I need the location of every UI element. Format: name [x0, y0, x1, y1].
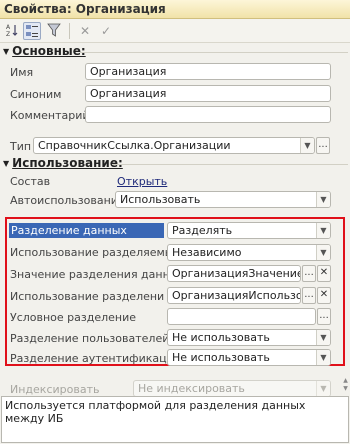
- name-label: Имя: [10, 66, 34, 79]
- auth-separation-value: Не использовать: [172, 351, 270, 364]
- chevron-down-icon[interactable]: ▼: [300, 138, 314, 153]
- indexing-label: Индексировать: [10, 383, 100, 396]
- separation-value-field[interactable]: ОрганизацияЗначение: [167, 265, 301, 282]
- type-value: СправочникСсылка.Организации: [38, 139, 231, 152]
- autouse-value: Использовать: [120, 193, 201, 206]
- data-separation-value: Разделять: [172, 224, 233, 237]
- svg-text:A: A: [6, 24, 11, 31]
- indexing-value: Не индексировать: [138, 382, 245, 395]
- chevron-down-icon: ▼: [316, 381, 330, 396]
- separation-usage-ellipsis-button[interactable]: ...: [302, 287, 316, 304]
- type-label: Тип: [10, 140, 32, 153]
- filter-icon[interactable]: [45, 22, 63, 40]
- scroll-arrows-icon[interactable]: ▲ ▼: [342, 377, 349, 395]
- composition-label: Состав: [10, 175, 51, 188]
- chevron-down-icon[interactable]: ▼: [316, 223, 330, 238]
- autouse-dropdown[interactable]: Использовать ▼: [115, 191, 331, 208]
- synonym-label: Синоним: [10, 88, 62, 101]
- close-icon[interactable]: ✕: [76, 22, 94, 40]
- svg-text:Z: Z: [6, 31, 10, 38]
- user-separation-value: Не использовать: [172, 331, 270, 344]
- section-usage[interactable]: ▼ Использование:: [3, 156, 123, 170]
- chevron-down-icon[interactable]: ▼: [316, 330, 330, 345]
- synonym-field[interactable]: Организация: [85, 85, 331, 102]
- separated-usage-dropdown[interactable]: Независимо ▼: [167, 244, 331, 261]
- collapse-triangle-icon: ▼: [3, 47, 10, 56]
- comment-label: Комментарий: [10, 109, 90, 122]
- separation-value-ellipsis-button[interactable]: ...: [302, 265, 316, 282]
- open-composition-link[interactable]: Открыть: [117, 175, 167, 188]
- separation-usage-label: Использование разделения да: [10, 290, 165, 303]
- toolbar: AZ ✕ ✓: [0, 19, 350, 43]
- auth-separation-label: Разделение аутентификации: [10, 352, 181, 365]
- separated-usage-value: Независимо: [172, 246, 242, 259]
- chevron-down-icon[interactable]: ▼: [316, 192, 330, 207]
- separated-usage-label: Использование разделяемых: [10, 246, 180, 259]
- check-icon[interactable]: ✓: [97, 22, 115, 40]
- auth-separation-dropdown[interactable]: Не использовать ▼: [167, 349, 331, 366]
- window-title: Свойства: Организация: [0, 0, 350, 19]
- conditional-label: Условное разделение: [10, 311, 137, 324]
- conditional-field[interactable]: [167, 308, 316, 325]
- clear-icon[interactable]: ✕: [317, 265, 331, 282]
- chevron-down-icon[interactable]: ▼: [316, 350, 330, 365]
- autouse-label: Автоиспользование: [10, 194, 125, 207]
- user-separation-dropdown[interactable]: Не использовать ▼: [167, 329, 331, 346]
- data-separation-dropdown[interactable]: Разделять ▼: [167, 222, 331, 239]
- separation-usage-field[interactable]: ОрганизацияИспользова: [167, 287, 301, 304]
- clear-icon[interactable]: ✕: [317, 287, 331, 304]
- data-separation-label[interactable]: Разделение данных: [9, 223, 164, 238]
- type-dropdown[interactable]: СправочникСсылка.Организации ▼: [33, 137, 315, 154]
- sort-az-icon[interactable]: AZ: [3, 22, 21, 40]
- section-main[interactable]: ▼ Основные:: [3, 44, 86, 58]
- chevron-down-icon[interactable]: ▼: [316, 245, 330, 260]
- comment-field[interactable]: [85, 106, 331, 123]
- categories-icon[interactable]: [23, 22, 41, 40]
- name-field[interactable]: Организация: [85, 63, 331, 80]
- separation-value-label: Значение разделения данных: [10, 268, 185, 281]
- type-ellipsis-button[interactable]: ...: [316, 137, 330, 154]
- user-separation-label: Разделение пользователей: [10, 332, 170, 345]
- collapse-triangle-icon: ▼: [3, 159, 10, 168]
- description-panel: Используется платформой для разделения д…: [1, 396, 349, 443]
- conditional-ellipsis-button[interactable]: ...: [317, 308, 331, 325]
- indexing-dropdown: Не индексировать ▼: [133, 380, 331, 397]
